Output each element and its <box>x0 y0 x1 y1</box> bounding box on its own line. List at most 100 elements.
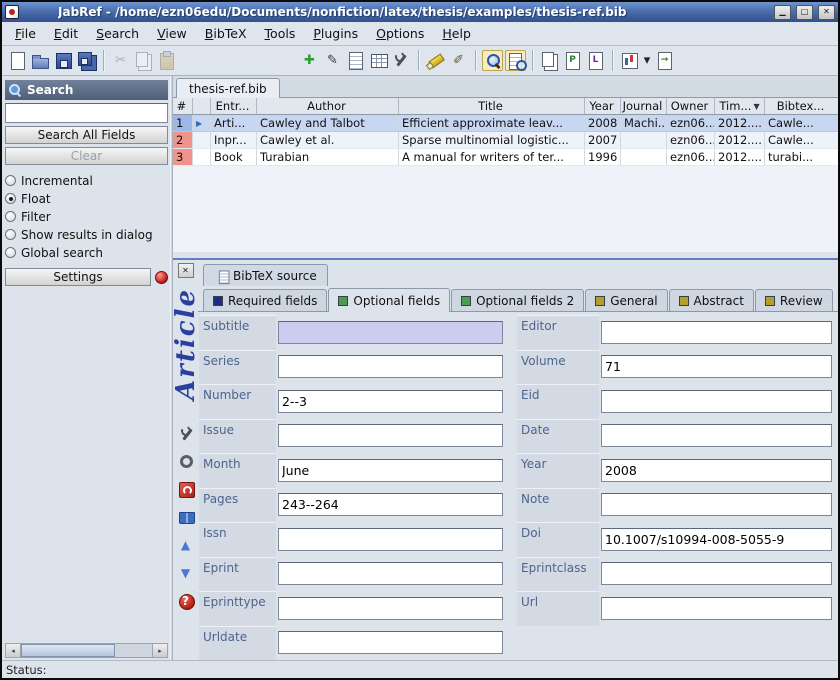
entrytype-cell[interactable]: Inpr... <box>211 132 257 148</box>
year-cell[interactable]: 1996 <box>585 149 621 165</box>
paste-icon[interactable] <box>156 50 177 71</box>
field-input[interactable] <box>601 355 832 378</box>
year-cell[interactable]: 2007 <box>585 132 621 148</box>
close-button[interactable]: ✕ <box>818 5 835 20</box>
field-input[interactable] <box>601 459 832 482</box>
menu-item[interactable]: Search <box>87 22 148 45</box>
editor-tab[interactable]: Optional fields <box>328 288 450 312</box>
owner-cell[interactable]: ezn06... <box>667 115 715 131</box>
menu-item[interactable]: Tools <box>256 22 305 45</box>
column-header[interactable]: # <box>173 98 193 114</box>
title-cell[interactable]: A manual for writers of ter... <box>399 149 585 165</box>
edit-entry-icon[interactable]: ✎ <box>322 50 343 71</box>
field-input[interactable] <box>601 562 832 585</box>
menu-item[interactable]: BibTeX <box>196 22 256 45</box>
table-row[interactable]: 2 Inpr... Cawley et al. Sparse multinomi… <box>173 132 838 149</box>
next-entry-icon[interactable]: ▼ <box>177 564 195 582</box>
new-library-icon[interactable] <box>7 50 28 71</box>
open-pdf-icon[interactable] <box>177 480 195 498</box>
search-all-fields-button[interactable]: Search All Fields <box>5 126 168 144</box>
tab-bibtex-source[interactable]: BibTeX source <box>203 264 328 286</box>
cut-icon[interactable]: ✂ <box>110 50 131 71</box>
entrytype-cell[interactable]: Book <box>211 149 257 165</box>
help-icon[interactable]: ? <box>177 592 195 610</box>
horizontal-splitter[interactable] <box>173 252 838 260</box>
field-input[interactable] <box>601 424 832 447</box>
entry-status-cell[interactable] <box>193 149 211 165</box>
push-to-latex-icon[interactable]: P <box>562 50 583 71</box>
field-input[interactable] <box>278 355 503 378</box>
field-input[interactable] <box>601 321 832 344</box>
cleanup-icon[interactable] <box>391 50 412 71</box>
column-header[interactable]: Title <box>399 98 585 114</box>
journal-cell[interactable]: Machi... <box>621 115 667 131</box>
timestamp-cell[interactable]: 2012.... <box>715 149 765 165</box>
generate-key-icon[interactable] <box>177 424 195 442</box>
editor-tab[interactable]: Optional fields 2 <box>451 289 584 311</box>
field-input[interactable] <box>278 390 503 413</box>
column-header[interactable]: Author <box>257 98 399 114</box>
sidebar-horizontal-scrollbar[interactable] <box>5 643 168 658</box>
settings-gear-icon[interactable] <box>177 452 195 470</box>
column-header[interactable]: Journal <box>621 98 667 114</box>
editor-tab[interactable]: Required fields <box>203 289 327 311</box>
field-input[interactable] <box>601 390 832 413</box>
column-header[interactable]: Owner <box>667 98 715 114</box>
toggle-search-icon[interactable] <box>482 50 503 71</box>
journal-cell[interactable] <box>621 149 667 165</box>
search-mode-radio[interactable]: Show results in dialog <box>5 227 168 242</box>
row-number-cell[interactable]: 2 <box>173 132 193 148</box>
timestamp-cell[interactable]: 2012.... <box>715 132 765 148</box>
bibtexkey-cell[interactable]: Cawle... <box>765 132 838 148</box>
column-header[interactable]: Bibtex... <box>765 98 838 114</box>
search-mode-radio[interactable]: Incremental <box>5 173 168 188</box>
field-input[interactable] <box>278 424 503 447</box>
table-row[interactable]: 3 Book Turabian A manual for writers of … <box>173 149 838 166</box>
journal-cell[interactable] <box>621 132 667 148</box>
previous-entry-icon[interactable]: ▲ <box>177 536 195 554</box>
menu-item[interactable]: View <box>148 22 196 45</box>
search-mode-radio[interactable]: Global search <box>5 245 168 260</box>
column-header[interactable]: Entr... <box>211 98 257 114</box>
save-all-icon[interactable] <box>76 50 97 71</box>
owner-cell[interactable]: ezn06... <box>667 149 715 165</box>
push-to-lyx-icon[interactable]: L <box>585 50 606 71</box>
title-cell[interactable]: Efficient approximate leav... <box>399 115 585 131</box>
menu-item[interactable]: File <box>6 22 45 45</box>
edit-strings-icon[interactable] <box>345 50 366 71</box>
menu-item[interactable]: Plugins <box>304 22 367 45</box>
minimize-button[interactable]: ▁ <box>774 5 791 20</box>
author-cell[interactable]: Turabian <box>257 149 399 165</box>
clear-button[interactable]: Clear <box>5 147 168 165</box>
scroll-left-icon[interactable] <box>6 644 21 657</box>
open-library-icon[interactable] <box>30 50 51 71</box>
row-number-cell[interactable]: 1 <box>173 115 193 131</box>
field-input[interactable] <box>601 528 832 551</box>
save-library-icon[interactable] <box>53 50 74 71</box>
year-cell[interactable]: 2008 <box>585 115 621 131</box>
field-input[interactable] <box>278 631 503 654</box>
bibtexkey-cell[interactable]: turabi... <box>765 149 838 165</box>
copy-icon[interactable] <box>133 50 154 71</box>
open-url-icon[interactable] <box>177 508 195 526</box>
close-entry-editor-icon[interactable]: ✕ <box>178 263 194 278</box>
editor-tab[interactable]: General <box>585 289 667 311</box>
field-input[interactable] <box>278 321 503 344</box>
new-entry-icon[interactable]: ✚ <box>299 50 320 71</box>
scroll-right-icon[interactable] <box>152 644 167 657</box>
library-tab[interactable]: thesis-ref.bib <box>176 78 280 98</box>
maximize-button[interactable]: □ <box>796 5 813 20</box>
editor-tab[interactable]: Review <box>755 289 833 311</box>
toggle-preview-icon[interactable] <box>505 50 526 71</box>
field-input[interactable] <box>601 597 832 620</box>
field-input[interactable] <box>278 562 503 585</box>
column-header[interactable]: Tim... ▼ <box>715 98 765 114</box>
column-header[interactable] <box>193 98 211 114</box>
entry-status-cell[interactable]: ▶ <box>193 115 211 131</box>
table-row[interactable]: 1 ▶ Arti... Cawley and Talbot Efficient … <box>173 115 838 132</box>
push-dropdown-icon[interactable]: ▾ <box>642 50 652 71</box>
field-input[interactable] <box>278 459 503 482</box>
search-input[interactable] <box>5 103 168 123</box>
search-mode-radio[interactable]: Float <box>5 191 168 206</box>
bibtexkey-cell[interactable]: Cawle... <box>765 115 838 131</box>
